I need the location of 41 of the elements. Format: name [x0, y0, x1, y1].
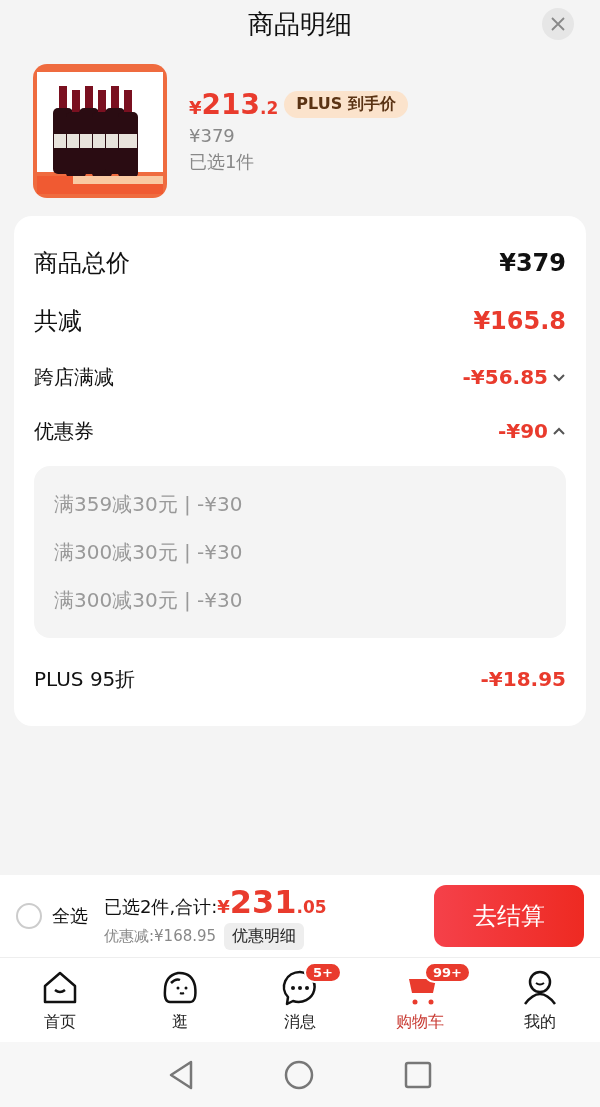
tab-item[interactable]: 逛: [120, 958, 240, 1042]
coupon-item: 满300减30元 | -¥30: [54, 586, 244, 614]
chevron-icon[interactable]: [552, 426, 566, 436]
discount-value: -¥56.85: [462, 365, 548, 389]
plus-price: ¥213.2: [189, 88, 279, 121]
close-button[interactable]: [542, 8, 574, 40]
original-price: ¥379: [189, 125, 236, 146]
tab-item[interactable]: 5+ 消息: [240, 958, 360, 1042]
price-tag: PLUS 到手价: [284, 91, 408, 118]
coupon-item: 满300减30元 | -¥30: [54, 538, 244, 566]
discount-label: 优惠券: [34, 417, 94, 445]
coupon-item: 满359减30元 | -¥30: [54, 490, 244, 518]
close-icon[interactable]: [551, 17, 565, 31]
discount-value: -¥18.95: [480, 667, 566, 691]
discount-details-button[interactable]: 优惠明细: [224, 922, 305, 950]
summary-label: 商品总价: [34, 248, 130, 279]
summary-value: ¥165.8: [473, 307, 566, 335]
tab-item[interactable]: 首页: [0, 958, 120, 1042]
count-badge: 5+: [304, 961, 342, 983]
savings-text: 优惠减:¥168.95: [104, 926, 217, 946]
selected-total-label: 已选2件,合计:: [104, 894, 218, 919]
tab-item[interactable]: 我的: [480, 958, 600, 1042]
total-price: ¥231.05: [217, 882, 327, 921]
sheet-title: 商品明细: [248, 7, 352, 41]
summary-label: 共减: [34, 306, 82, 337]
discount-label: PLUS 95折: [34, 665, 136, 693]
discount-label: 跨店满减: [34, 363, 114, 391]
selected-count: 已选1件: [189, 150, 256, 174]
checkout-button[interactable]: 去结算: [434, 885, 584, 947]
tab-item[interactable]: 99+ 购物车: [360, 958, 480, 1042]
discount-value: -¥90: [497, 419, 548, 443]
home-icon: [42, 969, 78, 1006]
select-all-checkbox[interactable]: [16, 903, 42, 929]
home-circle-icon[interactable]: [284, 1059, 314, 1090]
recents-icon[interactable]: [404, 1060, 432, 1089]
back-icon[interactable]: [168, 1059, 194, 1090]
blob-face-icon: [162, 969, 198, 1006]
summary-value: ¥379: [499, 249, 566, 277]
chevron-icon[interactable]: [552, 372, 566, 382]
person-icon: [522, 969, 558, 1006]
select-all-label: 全选: [52, 904, 88, 928]
